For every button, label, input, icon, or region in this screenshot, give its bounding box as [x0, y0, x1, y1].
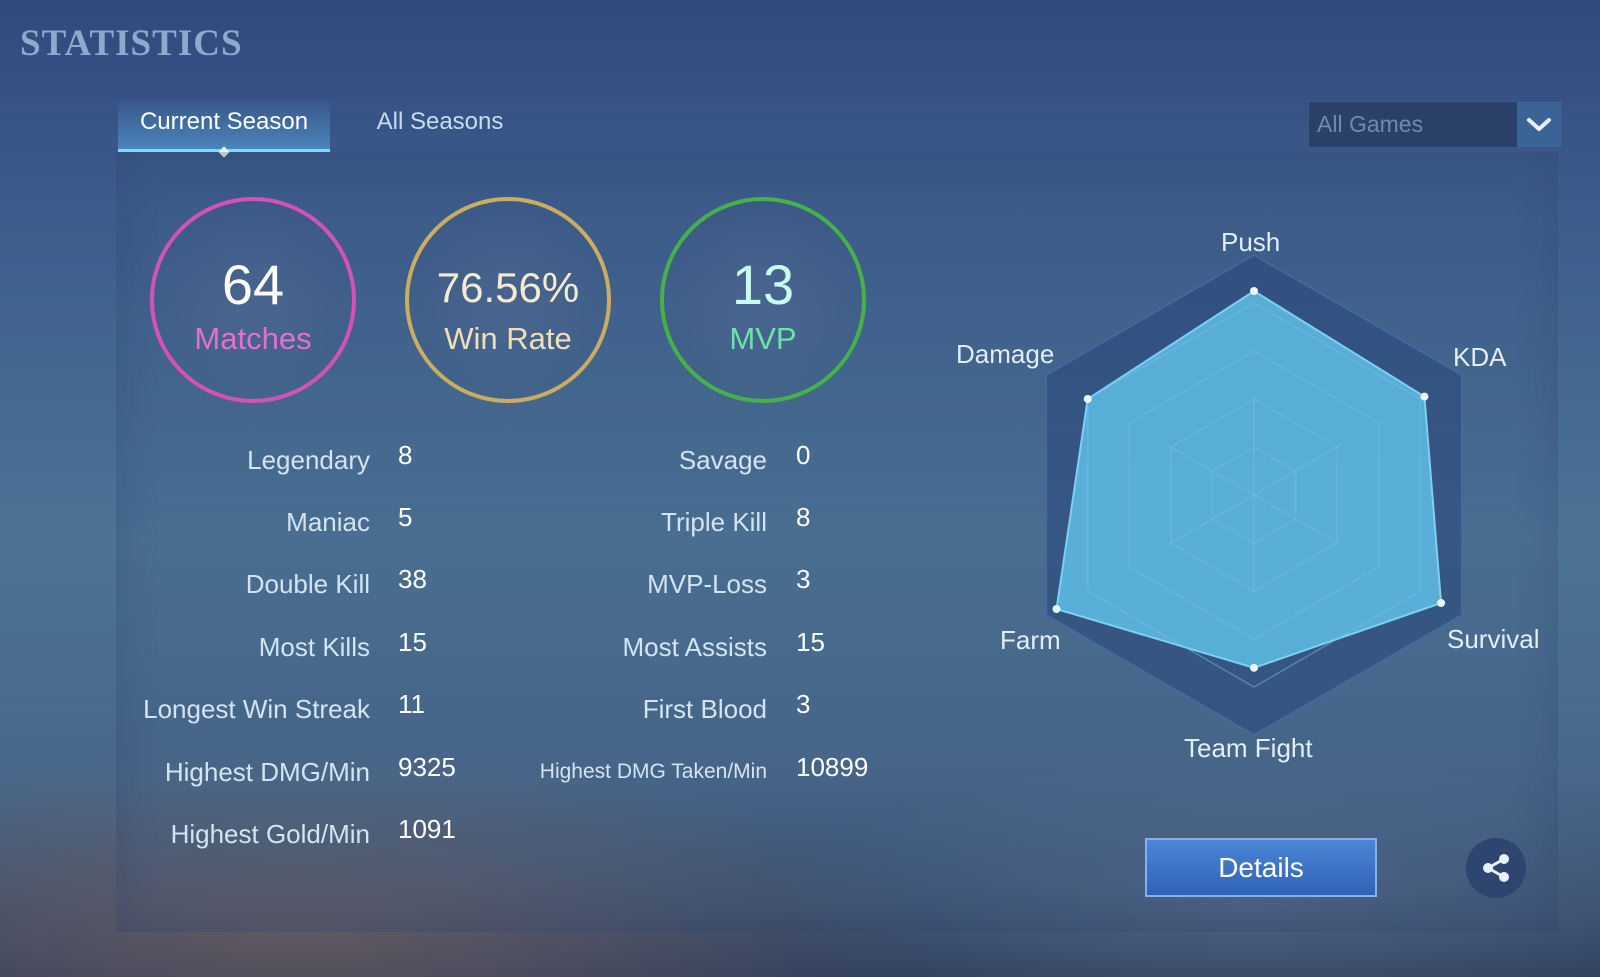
stat-value: 3 [796, 689, 811, 719]
stat-value: 15 [796, 627, 825, 657]
stat-row-longest-win-streak: Longest Win Streak [100, 689, 370, 729]
stat-label: Most Kills [258, 632, 370, 662]
radar-axis-label-push: Push [1221, 227, 1281, 257]
share-icon [1483, 854, 1509, 882]
stat-row-most-assists: Most Assists [500, 627, 767, 667]
stat-row-mvp-loss: MVP-Loss [500, 564, 767, 604]
mvp-ring: 13 MVP [660, 197, 866, 403]
radar-axis-label-kda: KDA [1453, 342, 1507, 372]
radar-axis-label-farm: Farm [1000, 625, 1061, 655]
stat-value: 38 [398, 564, 427, 594]
stat-label: MVP-Loss [647, 569, 767, 599]
stat-value: 11 [398, 689, 425, 719]
stat-row-most-kills: Most Kills [100, 627, 370, 667]
stat-label: Maniac [286, 507, 370, 537]
stat-label: Legendary [247, 445, 370, 475]
stat-label: Highest DMG Taken/Min [539, 760, 767, 783]
mvp-label: MVP [729, 321, 797, 356]
stat-label: Double Kill [245, 569, 370, 599]
radar-point-team-fight [1250, 663, 1258, 672]
matches-label: Matches [194, 321, 312, 356]
win-rate-label: Win Rate [444, 321, 572, 356]
stat-row-first-blood: First Blood [500, 689, 767, 729]
stat-value: 8 [796, 502, 811, 532]
radar-point-damage [1083, 395, 1092, 403]
stat-label: Triple Kill [661, 507, 767, 537]
win-rate-value: 76.56% [436, 264, 580, 311]
stat-row-savage: Savage [500, 440, 767, 480]
stat-label: Highest Gold/Min [170, 819, 370, 849]
stat-value: 1091 [398, 814, 456, 844]
stat-value: 3 [796, 564, 811, 594]
stat-value: 5 [398, 502, 413, 532]
stat-row-double-kill: Double Kill [100, 564, 370, 604]
performance-radar-chart [1045, 253, 1463, 737]
stat-label: Savage [678, 445, 767, 475]
stat-label: Highest DMG/Min [164, 757, 370, 787]
details-button[interactable]: Details [1145, 838, 1377, 897]
matches-count: 64 [221, 253, 285, 316]
radar-point-push [1250, 287, 1258, 295]
tab-all-seasons[interactable]: All Seasons [370, 100, 510, 152]
stat-row-legendary: Legendary [100, 440, 370, 480]
radar-axis-label-survival: Survival [1447, 624, 1540, 654]
radar-point-kda [1420, 392, 1429, 401]
radar-axis-label-team-fight: Team Fight [1184, 733, 1313, 763]
tab-current-season[interactable]: Current Season [118, 100, 330, 152]
stat-row-highest-dmg-taken-min: Highest DMG Taken/Min [500, 752, 767, 792]
radar-axis-label-damage: Damage [956, 339, 1055, 369]
stat-value: 10899 [796, 752, 869, 782]
stat-label: First Blood [642, 694, 767, 724]
stat-row-highest-gold-min: Highest Gold/Min [100, 814, 370, 854]
stat-value: 8 [398, 440, 413, 470]
stat-value: 15 [398, 627, 427, 657]
stat-value: 0 [796, 440, 811, 470]
page-title: STATISTICS [20, 23, 243, 64]
stat-value: 9325 [398, 752, 456, 782]
game-mode-dropdown[interactable]: All Games [1308, 101, 1562, 148]
stat-label: Most Assists [622, 632, 767, 662]
season-tabs: Current Season All Seasons [118, 100, 510, 152]
stat-row-highest-dmg-min: Highest DMG/Min [100, 752, 370, 792]
game-mode-selected-value: All Games [1317, 111, 1424, 137]
radar-point-farm [1052, 605, 1061, 613]
stat-row-triple-kill: Triple Kill [500, 502, 767, 542]
share-button[interactable] [1466, 838, 1526, 898]
stat-label: Longest Win Streak [143, 694, 370, 724]
mvp-count: 13 [731, 253, 795, 316]
chevron-down-icon[interactable] [1517, 102, 1561, 147]
radar-point-survival [1437, 599, 1446, 607]
win-rate-ring: 76.56% Win Rate [405, 197, 611, 403]
stat-row-maniac: Maniac [100, 502, 370, 542]
matches-ring: 64 Matches [150, 197, 356, 403]
